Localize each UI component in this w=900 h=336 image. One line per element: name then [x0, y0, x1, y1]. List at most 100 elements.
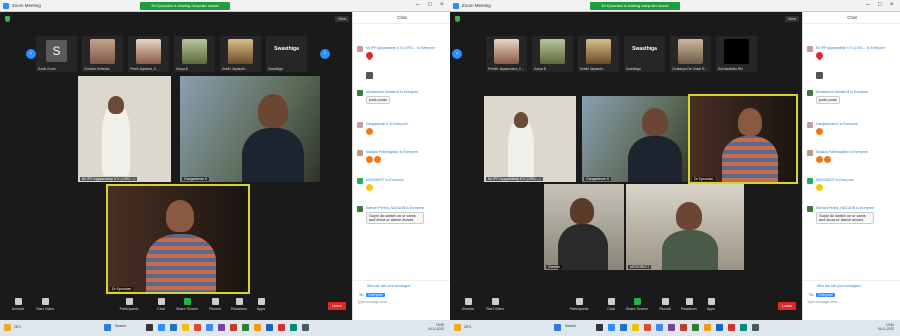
participants-button[interactable]: Participants	[114, 298, 144, 311]
chat-sender: Mohammed Suhaib M to Everyone	[816, 90, 869, 94]
previous-page-icon[interactable]: ‹	[452, 49, 462, 59]
app-icon[interactable]	[194, 324, 201, 331]
app-icon[interactable]	[218, 324, 225, 331]
unmute-button[interactable]: Unmute	[453, 298, 483, 311]
recipient-select[interactable]: Everyone	[366, 293, 385, 297]
participant-name: Dr Epsonian	[110, 287, 134, 291]
apps-button[interactable]: Apps	[696, 298, 726, 311]
zoom-taskbar-icon[interactable]	[158, 324, 165, 331]
participant-thumb[interactable]: Preeti Jayasree_K...	[128, 36, 169, 72]
app-icon[interactable]	[680, 324, 687, 331]
app-icon[interactable]	[716, 324, 723, 331]
app-icon[interactable]	[752, 324, 759, 331]
zoom-taskbar-icon[interactable]	[608, 324, 615, 331]
taskbar-search[interactable]: Search	[565, 324, 576, 328]
minimize-icon[interactable]: –	[416, 2, 419, 8]
participant-thumb[interactable]: Kavya B	[532, 36, 573, 72]
participant-thumb[interactable]: Chetoon Helenika	[82, 36, 123, 72]
app-icon[interactable]	[644, 324, 651, 331]
chrome-icon[interactable]	[206, 324, 213, 331]
chat-sender: Gangadevan K to Everyone	[816, 122, 858, 126]
app-icon[interactable]	[692, 324, 699, 331]
app-icon[interactable]	[242, 324, 249, 331]
share-screen-button[interactable]: Share Screen	[622, 298, 652, 311]
app-icon[interactable]	[302, 324, 309, 331]
weather-icon[interactable]	[4, 324, 11, 331]
unmute-button[interactable]: Unmute	[3, 298, 33, 311]
app-icon[interactable]	[728, 324, 735, 331]
taskbar-clock[interactable]: 10:50 04-11-2022	[428, 323, 444, 331]
share-screen-button[interactable]: Share Screen	[172, 298, 202, 311]
participant-thumb[interactable]: Swasthiga Swasthiga	[624, 36, 665, 72]
windows-start-icon[interactable]	[554, 324, 561, 331]
edge-icon[interactable]	[620, 324, 627, 331]
chat-label: Chat	[607, 307, 615, 311]
shield-icon[interactable]	[5, 16, 10, 22]
participant-name: Dr Epsonian	[692, 177, 716, 181]
view-button[interactable]: View	[784, 16, 799, 22]
leave-button[interactable]: Leave	[328, 302, 346, 310]
participant-thumb[interactable]: Sai Nandhika RM	[716, 36, 757, 72]
minimize-icon[interactable]: –	[866, 2, 869, 8]
app-icon[interactable]	[254, 324, 261, 331]
participant-thumb[interactable]: Keethi Jayasuth...	[578, 36, 619, 72]
chrome-icon[interactable]	[656, 324, 663, 331]
task-view-icon[interactable]	[596, 324, 603, 331]
taskbar-search[interactable]: Search	[115, 324, 126, 328]
leave-button[interactable]: Leave	[778, 302, 796, 310]
maximize-icon[interactable]: □	[878, 2, 882, 8]
who-can-see-link[interactable]: Who can see your messages?	[367, 284, 411, 288]
maximize-icon[interactable]: □	[428, 2, 432, 8]
previous-page-icon[interactable]: ‹	[26, 49, 36, 59]
windows-start-icon[interactable]	[104, 324, 111, 331]
close-icon[interactable]: ×	[440, 2, 444, 8]
app-icon[interactable]	[740, 324, 747, 331]
video-tile[interactable]: Gangadevan K	[180, 76, 320, 182]
recipient-select[interactable]: Everyone	[816, 293, 835, 297]
video-tile[interactable]: Mr IPP Appyandeep K K (J.RIC...)	[78, 76, 171, 182]
participant-video	[628, 136, 682, 182]
participant-thumb[interactable]: Kavya B	[174, 36, 215, 72]
video-tile[interactable]: Mr IPP Appyandeep K K (J.RIC...)	[484, 96, 576, 182]
who-can-see-link[interactable]: Who can see your messages?	[817, 284, 861, 288]
video-tile[interactable]: Ganesh	[544, 184, 624, 270]
task-view-icon[interactable]	[146, 324, 153, 331]
weather-icon[interactable]	[454, 324, 461, 331]
participant-thumb[interactable]: S Sumit Zorvin	[36, 36, 77, 72]
chat-title: Chat	[353, 12, 450, 24]
participant-photo	[724, 39, 749, 64]
taskbar-clock[interactable]: 10:50 04-11-2022	[878, 323, 894, 331]
chat-recipient[interactable]: To: Everyone	[807, 293, 835, 297]
apps-button[interactable]: Apps	[246, 298, 276, 311]
file-explorer-icon[interactable]	[182, 324, 189, 331]
app-icon[interactable]	[266, 324, 273, 331]
video-tile[interactable]: Gangadevan K	[582, 96, 692, 182]
shield-icon[interactable]	[455, 16, 460, 22]
chat-input[interactable]: Type message here...	[357, 300, 447, 308]
app-icon[interactable]	[230, 324, 237, 331]
participant-thumb[interactable]: Preethi Jayasundera_K...	[486, 36, 527, 72]
next-page-icon[interactable]: ›	[320, 49, 330, 59]
edge-icon[interactable]	[170, 324, 177, 331]
start-video-button[interactable]: Start Video	[480, 298, 510, 311]
video-tile-active-speaker[interactable]: Dr Epsonian	[688, 94, 798, 184]
file-explorer-icon[interactable]	[632, 324, 639, 331]
participants-icon	[125, 298, 133, 305]
view-button[interactable]: View	[334, 16, 349, 22]
participants-button[interactable]: Participants	[564, 298, 594, 311]
close-icon[interactable]: ×	[890, 2, 894, 8]
chat-input[interactable]: Type message here...	[807, 300, 897, 308]
start-video-button[interactable]: Start Video	[30, 298, 60, 311]
participant-thumb[interactable]: Swasthiga Swasthiga	[266, 36, 307, 72]
app-icon[interactable]	[290, 324, 297, 331]
video-tile-active-speaker[interactable]: Dr Epsonian	[106, 184, 250, 294]
participant-thumb[interactable]: Keethi Jayasuth...	[220, 36, 261, 72]
participant-thumb[interactable]: Chaitanya Dei Sirkar R...	[670, 36, 711, 72]
app-icon[interactable]	[278, 324, 285, 331]
chat-message: Gangadevan K to Everyone	[357, 122, 449, 144]
app-icon[interactable]	[704, 324, 711, 331]
participant-face	[258, 94, 288, 128]
video-tile[interactable]: MOHORIOT	[626, 184, 744, 270]
chat-recipient[interactable]: To: Everyone	[357, 293, 385, 297]
app-icon[interactable]	[668, 324, 675, 331]
